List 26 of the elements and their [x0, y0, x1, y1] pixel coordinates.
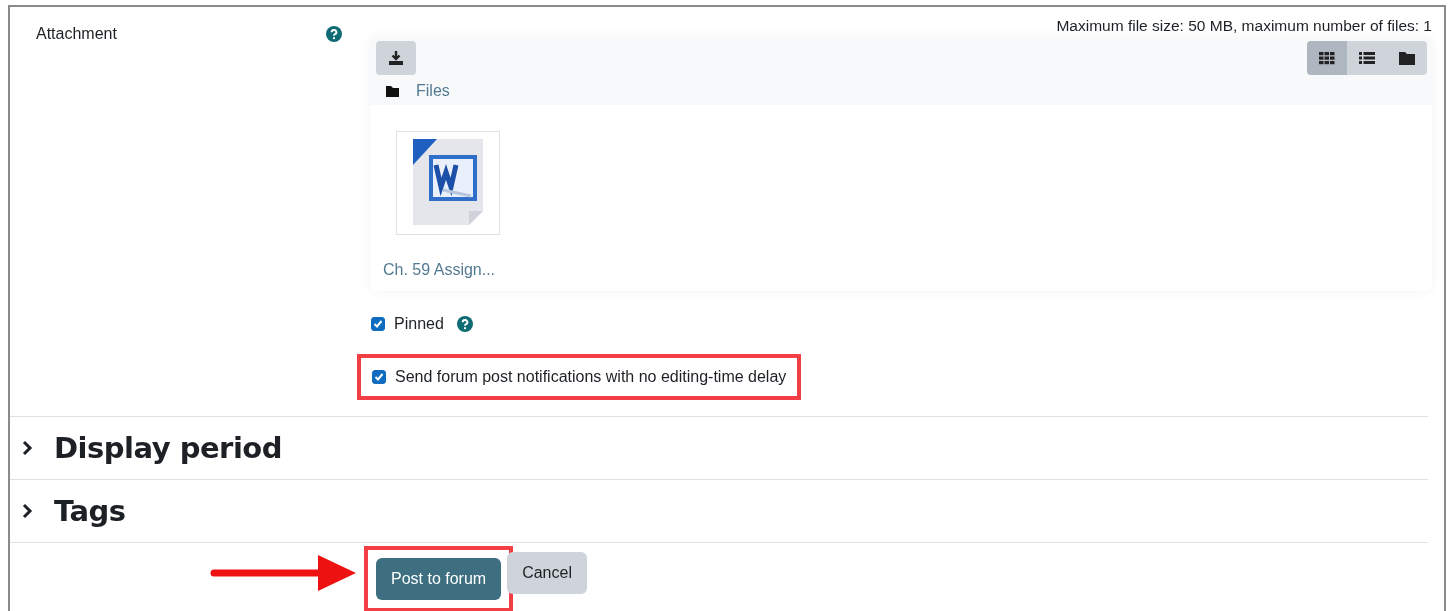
list-icon [1359, 51, 1375, 65]
grid-view-button[interactable] [1307, 41, 1347, 75]
folder-view-button[interactable] [1387, 41, 1427, 75]
download-icon [388, 50, 404, 66]
chevron-right-icon[interactable] [22, 503, 34, 519]
cancel-button[interactable]: Cancel [507, 551, 587, 594]
grid-icon [1319, 51, 1335, 65]
checkbox[interactable] [371, 317, 385, 331]
checkbox-label: Pinned [394, 315, 444, 333]
checkbox-label: Send forum post notifications with no editing-time delay [395, 368, 787, 386]
file-thumbnail[interactable] [396, 131, 500, 235]
help-icon[interactable] [456, 316, 473, 332]
post-button[interactable]: Post to forum [376, 557, 502, 600]
folder-icon [386, 85, 399, 97]
list-view-button[interactable] [1347, 41, 1387, 75]
file-name-link[interactable]: Ch. 59 Assign... [383, 261, 1419, 279]
checkbox[interactable] [372, 370, 386, 384]
file-limits-text: Maximum file size: 50 MB, maximum number of files: 1 [1055, 16, 1432, 36]
help-icon[interactable] [326, 26, 342, 42]
chevron-right-icon[interactable] [22, 440, 34, 456]
folder-path-link[interactable]: Files [416, 82, 450, 100]
download-button[interactable] [376, 41, 416, 75]
section-heading[interactable]: Display period [54, 431, 282, 465]
field-label: Attachment [36, 25, 117, 43]
folder-icon [1399, 51, 1415, 65]
section-heading[interactable]: Tags [54, 494, 126, 528]
